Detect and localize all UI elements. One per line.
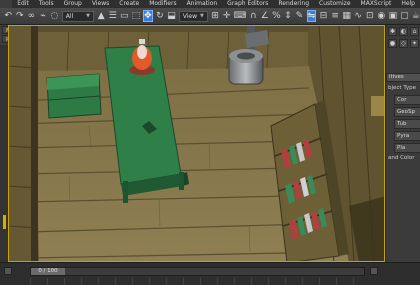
app-logo-icon[interactable] xyxy=(0,0,13,8)
rectangular-selection-icon[interactable]: ▭ xyxy=(120,10,129,22)
menu-modifiers[interactable]: Modifiers xyxy=(144,0,181,8)
lantern-glass xyxy=(137,45,147,59)
unlink-icon[interactable]: ⌁ xyxy=(39,10,48,22)
menu-graph-editors[interactable]: Graph Editors xyxy=(222,0,273,8)
window-crossing-icon[interactable]: ⬚ xyxy=(132,10,141,22)
curve-editor-icon[interactable]: ∿ xyxy=(354,10,363,22)
angle-snap-icon[interactable]: ∠ xyxy=(261,10,270,22)
reference-coordinate-dropdown[interactable]: View ▼ xyxy=(178,10,208,22)
plane-button[interactable]: Pla xyxy=(394,143,420,153)
stove-lid xyxy=(237,52,255,60)
menu-create[interactable]: Create xyxy=(114,0,144,8)
modify-tab-icon[interactable]: ◐ xyxy=(399,27,408,36)
edit-named-selection-icon[interactable]: ✎ xyxy=(295,10,304,22)
table-leg-left xyxy=(123,181,128,203)
window-light xyxy=(371,96,384,116)
material-editor-icon[interactable]: ◉ xyxy=(377,10,386,22)
hierarchy-tab-icon[interactable]: ⌂ xyxy=(410,27,419,36)
mirror-icon[interactable]: ⇋ xyxy=(306,10,317,22)
layer-manager-icon[interactable]: ≡ xyxy=(331,10,340,22)
menu-maxscript[interactable]: MAXScript xyxy=(356,0,397,8)
mini-curve-editor-icon[interactable] xyxy=(4,267,12,275)
select-and-move-icon[interactable]: ✥ xyxy=(143,10,153,22)
command-panel: ✱ ◐ ⌂ ● ◇ ✦ itives bject Type Cor GeoSp … xyxy=(385,25,420,262)
pyramid-button[interactable]: Pyra xyxy=(394,131,420,141)
percent-snap-icon[interactable]: % xyxy=(272,10,281,22)
geosphere-button[interactable]: GeoSp xyxy=(394,107,420,117)
menu-tools[interactable]: Tools xyxy=(34,0,59,8)
next-frame-icon[interactable] xyxy=(370,267,378,275)
undo-icon[interactable]: ↶ xyxy=(4,10,13,22)
schematic-view-icon[interactable]: ⊡ xyxy=(365,10,374,22)
menu-animation[interactable]: Animation xyxy=(182,0,223,8)
category-dropdown[interactable]: itives xyxy=(386,73,420,82)
bind-spacewarp-icon[interactable]: ◌ xyxy=(50,10,59,22)
render-production-icon[interactable]: ☕ xyxy=(412,10,420,22)
select-manipulate-icon[interactable]: ✛ xyxy=(222,10,231,22)
menu-bar: Edit Tools Group Views Create Modifiers … xyxy=(0,0,420,8)
shapes-icon[interactable]: ◇ xyxy=(399,39,408,48)
chevron-down-icon: ▼ xyxy=(200,12,204,19)
spinner-snap-icon[interactable]: ⇕ xyxy=(284,10,293,22)
graphite-toggle-icon[interactable]: ▦ xyxy=(342,10,351,22)
table-leg-right xyxy=(179,172,184,190)
menu-group[interactable]: Group xyxy=(59,0,87,8)
corner-post xyxy=(31,26,38,261)
tube-button[interactable]: Tub xyxy=(394,119,420,129)
create-tab-icon[interactable]: ✱ xyxy=(388,27,397,36)
reference-coordinate-value: View xyxy=(182,12,198,20)
select-by-name-icon[interactable]: ☰ xyxy=(108,10,117,22)
redo-icon[interactable]: ↷ xyxy=(16,10,25,22)
pivot-center-icon[interactable]: ⊞ xyxy=(211,10,220,22)
scene-render xyxy=(9,26,384,261)
timeline-bar: 0 / 100 xyxy=(0,262,420,285)
select-object-icon[interactable]: ▲ xyxy=(97,10,106,22)
chevron-down-icon: ▼ xyxy=(86,12,90,19)
cone-button[interactable]: Cor xyxy=(394,95,420,105)
perspective-viewport[interactable] xyxy=(8,25,385,262)
rollout-name-and-color[interactable]: and Color xyxy=(388,155,414,162)
category-value: itives xyxy=(389,74,404,80)
link-icon[interactable]: ∞ xyxy=(27,10,36,22)
select-and-scale-icon[interactable]: ⬓ xyxy=(167,10,176,22)
track-bar[interactable] xyxy=(30,278,365,285)
geometry-icon[interactable]: ● xyxy=(388,39,397,48)
snaps-toggle-icon[interactable]: ∩ xyxy=(249,10,258,22)
select-and-rotate-icon[interactable]: ↻ xyxy=(156,10,165,22)
frame-display: 0 / 100 xyxy=(38,268,58,274)
max-application: Edit Tools Group Views Create Modifiers … xyxy=(0,0,420,285)
render-frame-icon[interactable]: ▢ xyxy=(400,10,409,22)
time-slider-knob[interactable]: 0 / 100 xyxy=(31,268,65,275)
menu-help[interactable]: Help xyxy=(396,0,420,8)
lights-icon[interactable]: ✦ xyxy=(410,39,419,48)
left-strip xyxy=(0,45,8,262)
selection-filter-value: All xyxy=(65,12,74,20)
menu-edit[interactable]: Edit xyxy=(12,0,34,8)
menu-rendering[interactable]: Rendering xyxy=(273,0,314,8)
time-slider[interactable]: 0 / 100 xyxy=(30,267,365,276)
keyboard-shortcut-icon[interactable]: ⌨ xyxy=(233,10,246,22)
rollout-object-type[interactable]: bject Type xyxy=(388,85,416,92)
menu-views[interactable]: Views xyxy=(87,0,114,8)
main-toolbar: ↶ ↷ ∞ ⌁ ◌ All ▼ ▲ ☰ ▭ ⬚ ✥ ↻ ⬓ View ▼ ⊞ ✛… xyxy=(0,8,420,25)
align-icon[interactable]: ⊟ xyxy=(319,10,328,22)
viewport-active-marker xyxy=(3,215,6,229)
lantern-handle xyxy=(139,39,145,44)
menu-customize[interactable]: Customize xyxy=(314,0,356,8)
render-setup-icon[interactable]: ▣ xyxy=(389,10,398,22)
selection-filter-dropdown[interactable]: All ▼ xyxy=(61,10,94,22)
